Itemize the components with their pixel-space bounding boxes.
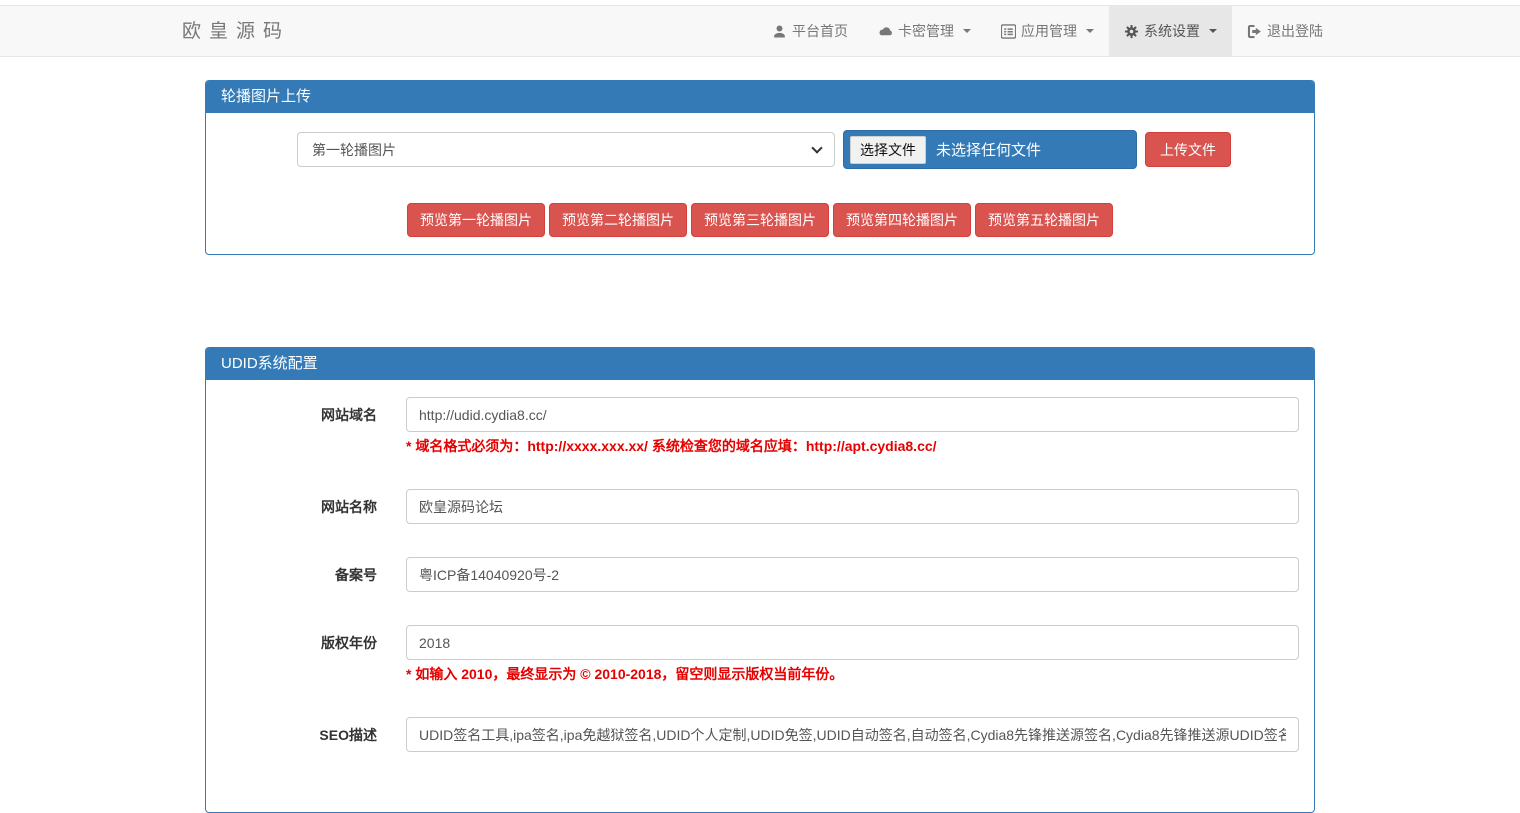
- list-icon: [1001, 24, 1016, 39]
- icp-number-label: 备案号: [221, 557, 406, 592]
- navbar-inner: 欧皇源码 平台首页 卡密管理 应用管理: [182, 6, 1338, 56]
- nav-item-logout[interactable]: 退出登陆: [1232, 6, 1338, 56]
- nav-item-app-management[interactable]: 应用管理: [986, 6, 1109, 56]
- preview-slide-4-button[interactable]: 预览第四轮播图片: [833, 203, 971, 237]
- copyright-year-field: * 如输入 2010，最终显示为 © 2010-2018，留空则显示版权当前年份…: [406, 625, 1299, 684]
- preview-slide-2-button[interactable]: 预览第二轮播图片: [549, 203, 687, 237]
- main-content: 轮播图片上传 第一轮播图片 选择文件 未选择任何文件 上传文件 预览第一轮播图片…: [205, 80, 1315, 813]
- caret-down-icon: [1209, 29, 1217, 33]
- upload-button[interactable]: 上传文件: [1145, 132, 1231, 167]
- form-group-icp-number: 备案号: [221, 557, 1299, 592]
- form-group-seo-description: SEO描述: [221, 717, 1299, 752]
- form-group-site-name: 网站名称: [221, 489, 1299, 524]
- file-input[interactable]: 选择文件 未选择任何文件: [843, 130, 1137, 169]
- nav-item-card-management[interactable]: 卡密管理: [863, 6, 986, 56]
- site-domain-field: * 域名格式必须为：http://xxxx.xxx.xx/ 系统检查您的域名应填…: [406, 397, 1299, 456]
- caret-down-icon: [1086, 29, 1094, 33]
- file-status-text: 未选择任何文件: [936, 139, 1041, 160]
- seo-description-input[interactable]: [406, 717, 1299, 752]
- nav-item-label: 平台首页: [792, 21, 848, 41]
- brand[interactable]: 欧皇源码: [182, 6, 290, 56]
- nav-item-platform-home[interactable]: 平台首页: [757, 6, 863, 56]
- carousel-slot-select-wrap: 第一轮播图片: [297, 132, 835, 167]
- seo-description-field: [406, 717, 1299, 752]
- gear-icon: [1124, 24, 1139, 39]
- navbar: 欧皇源码 平台首页 卡密管理 应用管理: [0, 5, 1520, 57]
- carousel-upload-panel-title: 轮播图片上传: [206, 81, 1314, 113]
- udid-config-panel-body: 网站域名 * 域名格式必须为：http://xxxx.xxx.xx/ 系统检查您…: [206, 380, 1314, 812]
- site-name-label: 网站名称: [221, 489, 406, 524]
- carousel-slot-select[interactable]: 第一轮播图片: [297, 132, 835, 167]
- nav-item-system-settings[interactable]: 系统设置: [1109, 6, 1232, 56]
- site-domain-input[interactable]: [406, 397, 1299, 432]
- nav-item-label: 退出登陆: [1267, 21, 1323, 41]
- form-group-site-domain: 网站域名 * 域名格式必须为：http://xxxx.xxx.xx/ 系统检查您…: [221, 397, 1299, 456]
- site-domain-hint: * 域名格式必须为：http://xxxx.xxx.xx/ 系统检查您的域名应填…: [406, 436, 1299, 456]
- user-icon: [772, 24, 787, 39]
- carousel-upload-panel: 轮播图片上传 第一轮播图片 选择文件 未选择任何文件 上传文件 预览第一轮播图片…: [205, 80, 1315, 255]
- copyright-year-hint: * 如输入 2010，最终显示为 © 2010-2018，留空则显示版权当前年份…: [406, 664, 1299, 684]
- preview-buttons-row: 预览第一轮播图片 预览第二轮播图片 预览第三轮播图片 预览第四轮播图片 预览第五…: [221, 203, 1299, 237]
- nav-menu: 平台首页 卡密管理 应用管理 系统设置: [757, 6, 1338, 56]
- carousel-upload-panel-body: 第一轮播图片 选择文件 未选择任何文件 上传文件 预览第一轮播图片 预览第二轮播…: [206, 113, 1314, 254]
- sign-out-icon: [1247, 24, 1262, 39]
- preview-slide-1-button[interactable]: 预览第一轮播图片: [407, 203, 545, 237]
- icp-number-field: [406, 557, 1299, 592]
- udid-config-panel: UDID系统配置 网站域名 * 域名格式必须为：http://xxxx.xxx.…: [205, 347, 1315, 813]
- form-group-copyright-year: 版权年份 * 如输入 2010，最终显示为 © 2010-2018，留空则显示版…: [221, 625, 1299, 684]
- cloud-icon: [878, 24, 893, 39]
- site-domain-label: 网站域名: [221, 397, 406, 456]
- nav-item-label: 应用管理: [1021, 21, 1077, 41]
- site-name-field: [406, 489, 1299, 524]
- choose-file-button[interactable]: 选择文件: [850, 136, 926, 164]
- site-name-input[interactable]: [406, 489, 1299, 524]
- caret-down-icon: [963, 29, 971, 33]
- udid-config-panel-title: UDID系统配置: [206, 348, 1314, 380]
- seo-description-label: SEO描述: [221, 717, 406, 752]
- upload-row: 第一轮播图片 选择文件 未选择任何文件 上传文件: [297, 132, 1299, 169]
- copyright-year-input[interactable]: [406, 625, 1299, 660]
- preview-slide-5-button[interactable]: 预览第五轮播图片: [975, 203, 1113, 237]
- icp-number-input[interactable]: [406, 557, 1299, 592]
- copyright-year-label: 版权年份: [221, 625, 406, 684]
- nav-item-label: 系统设置: [1144, 21, 1200, 41]
- preview-slide-3-button[interactable]: 预览第三轮播图片: [691, 203, 829, 237]
- nav-item-label: 卡密管理: [898, 21, 954, 41]
